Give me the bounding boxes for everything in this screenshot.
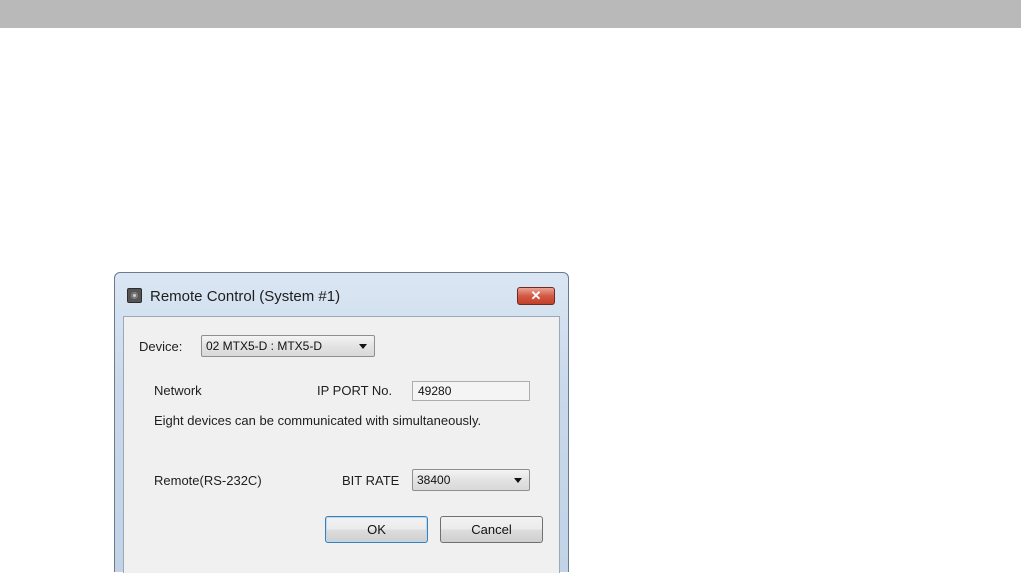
device-select-value: 02 MTX5-D : MTX5-D: [206, 339, 323, 353]
window-title: Remote Control (System #1): [150, 288, 341, 305]
bit-rate-select[interactable]: 38400: [412, 469, 530, 491]
chevron-down-icon: [359, 344, 367, 349]
top-gray-bar: [0, 0, 1021, 28]
device-select[interactable]: 02 MTX5-D : MTX5-D: [201, 335, 375, 357]
bit-rate-label: BIT RATE: [342, 473, 400, 488]
dialog-body: Device: 02 MTX5-D : MTX5-D Network IP PO…: [123, 316, 560, 573]
ok-button[interactable]: OK: [325, 516, 428, 543]
ip-port-label: IP PORT No.: [317, 383, 393, 398]
remote-label: Remote(RS-232C): [154, 473, 262, 488]
cancel-button[interactable]: Cancel: [440, 516, 543, 543]
chevron-down-icon: [514, 478, 522, 483]
app-icon: [127, 288, 142, 303]
title-bar[interactable]: Remote Control (System #1) ✕: [115, 273, 568, 311]
network-note: Eight devices can be communicated with s…: [154, 413, 482, 428]
device-label: Device:: [139, 339, 183, 354]
close-icon: ✕: [530, 288, 542, 303]
network-label: Network: [154, 383, 202, 398]
ip-port-field[interactable]: 49280: [412, 381, 530, 401]
bit-rate-select-value: 38400: [417, 473, 451, 487]
close-button[interactable]: ✕: [517, 287, 555, 305]
remote-control-dialog: Remote Control (System #1) ✕ Device: 02 …: [114, 272, 569, 573]
